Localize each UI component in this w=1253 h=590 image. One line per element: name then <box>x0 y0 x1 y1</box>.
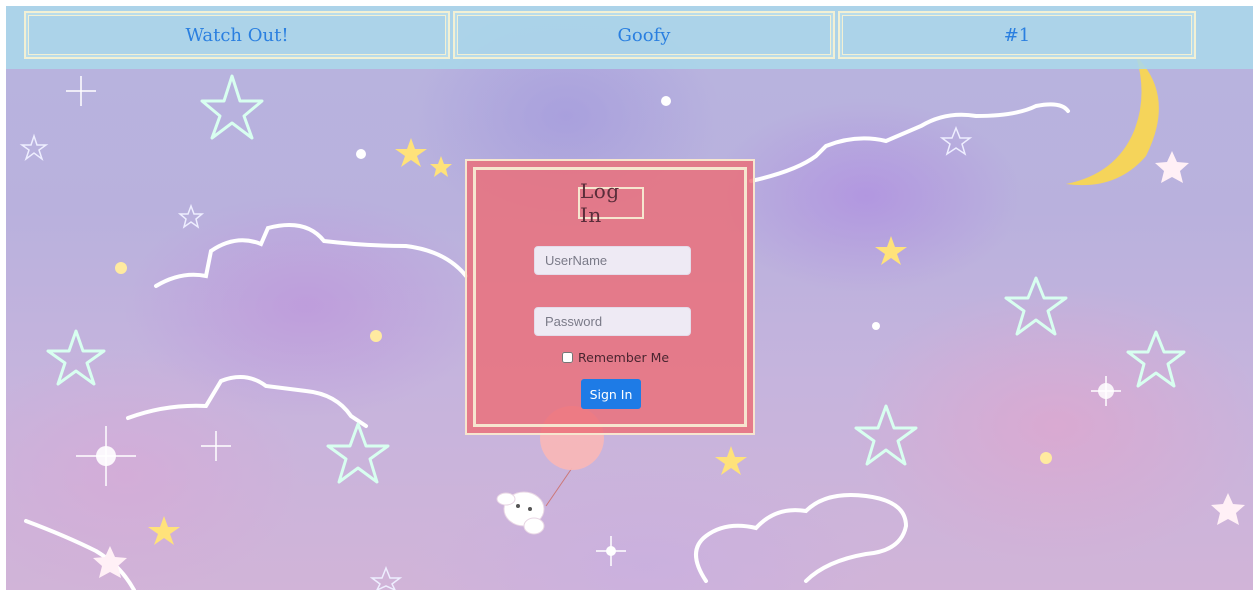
cloud-outline <box>694 493 909 583</box>
star-icon <box>200 74 264 140</box>
sparkle-icon <box>1040 452 1052 464</box>
sparkle-icon <box>370 330 382 342</box>
nav-item-number-one[interactable]: #1 <box>838 11 1196 59</box>
sparkle-icon <box>356 149 366 159</box>
bunny-icon <box>496 491 545 535</box>
cloud-outline <box>154 223 468 288</box>
star-icon <box>395 138 427 167</box>
star-icon <box>854 404 918 466</box>
login-card: Log In Remember Me Sign In <box>465 159 755 435</box>
star-icon <box>177 203 205 229</box>
sparkle-icon <box>115 262 127 274</box>
moon-icon <box>1066 56 1159 186</box>
sparkle-icon <box>76 426 136 486</box>
sparkle-icon <box>201 431 231 461</box>
cloud-outline <box>126 375 368 428</box>
sparkle-icon <box>872 322 880 330</box>
star-icon <box>715 446 747 475</box>
remember-me[interactable]: Remember Me <box>562 350 669 365</box>
password-input[interactable] <box>534 307 691 336</box>
star-icon <box>46 329 106 386</box>
balloon-string <box>545 467 573 507</box>
nav-item-watch-out[interactable]: Watch Out! <box>24 11 450 59</box>
remember-me-checkbox[interactable] <box>562 352 573 363</box>
star-icon <box>1126 330 1186 388</box>
star-icon <box>1211 493 1245 525</box>
star-icon <box>148 516 180 545</box>
star-icon <box>875 236 907 265</box>
cloud-outline <box>749 102 1070 183</box>
star-icon <box>369 565 403 590</box>
sparkle-icon <box>661 96 671 106</box>
cloud-outline <box>24 519 136 590</box>
star-icon <box>1004 276 1068 336</box>
sparkle-icon <box>1091 376 1121 406</box>
top-navbar: Watch Out! Goofy #1 <box>6 6 1253 69</box>
sparkle-icon <box>596 536 626 566</box>
star-icon <box>19 133 49 162</box>
star-icon <box>939 125 973 156</box>
sign-in-button[interactable]: Sign In <box>581 379 641 409</box>
username-input[interactable] <box>534 246 691 275</box>
nav-item-goofy[interactable]: Goofy <box>453 11 835 59</box>
star-icon <box>1155 151 1189 183</box>
login-title: Log In <box>578 179 644 227</box>
sparkle-icon <box>66 76 96 106</box>
star-icon <box>430 156 452 177</box>
remember-me-label: Remember Me <box>578 350 670 365</box>
star-icon <box>326 422 390 484</box>
